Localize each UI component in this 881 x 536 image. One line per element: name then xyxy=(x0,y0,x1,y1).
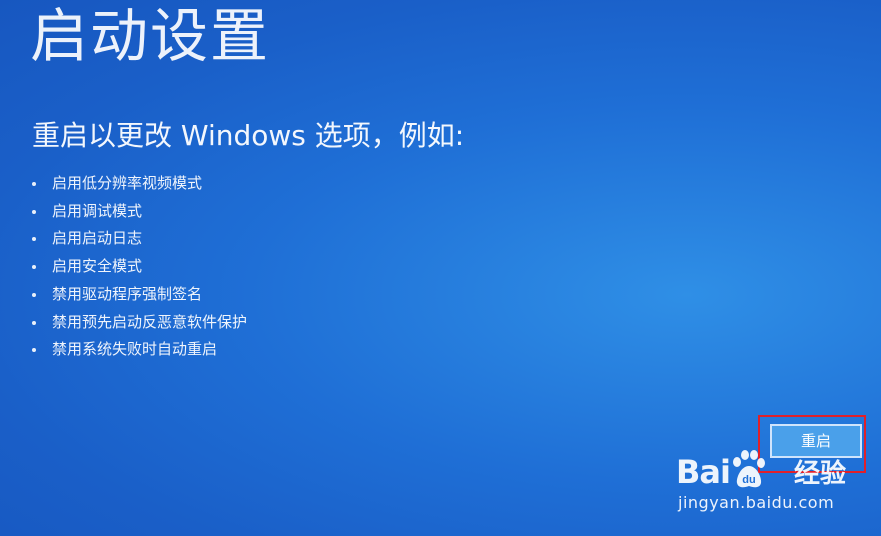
option-item: 启用调试模式 xyxy=(30,198,247,226)
option-item: 启用启动日志 xyxy=(30,225,247,253)
baidu-jingyan-watermark: Bai du 经验 jingyan.baidu.com xyxy=(676,448,866,528)
option-item: 启用安全模式 xyxy=(30,253,247,281)
option-item: 禁用驱动程序强制签名 xyxy=(30,281,247,309)
svg-text:du: du xyxy=(742,474,755,486)
option-item: 禁用预先启动反恶意软件保护 xyxy=(30,309,247,337)
watermark-brand-right: 经验 xyxy=(794,459,847,489)
option-item: 禁用系统失败时自动重启 xyxy=(30,336,247,364)
watermark-url: jingyan.baidu.com xyxy=(678,493,835,512)
option-item: 启用低分辨率视频模式 xyxy=(30,170,247,198)
options-list: 启用低分辨率视频模式 启用调试模式 启用启动日志 启用安全模式 禁用驱动程序强制… xyxy=(30,170,247,364)
page-title: 启动设置 xyxy=(30,2,271,70)
baidu-paw-icon: du xyxy=(728,448,768,496)
page-subtitle: 重启以更改 Windows 选项，例如: xyxy=(32,119,465,152)
watermark-brand-left: Bai xyxy=(676,453,731,491)
